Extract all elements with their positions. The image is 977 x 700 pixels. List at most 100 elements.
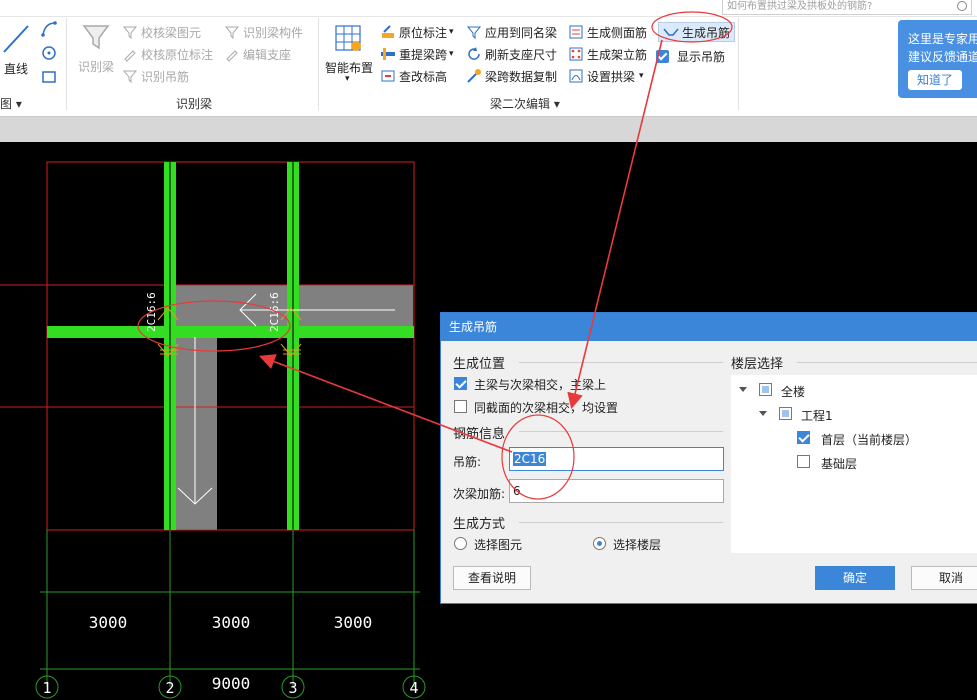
search-placeholder: 如何布置拱过梁及拱板处的钢筋? xyxy=(727,1,873,12)
check-origin-label-button[interactable]: 校核原位标注 xyxy=(122,44,213,64)
divider xyxy=(519,522,723,523)
axis-label: 2 xyxy=(165,679,174,697)
select-floor-label: 选择楼层 xyxy=(613,538,662,552)
set-arch-beam-button[interactable]: 设置拱梁 ▾ xyxy=(568,66,644,86)
axis-label: 4 xyxy=(409,679,418,697)
expert-tip-popup: 这里是专家用 建议反馈通道 知道了 xyxy=(898,20,977,98)
frame-rebar-icon xyxy=(568,46,584,62)
divider xyxy=(738,18,739,110)
recognize-beam-button[interactable]: 识别梁 xyxy=(74,22,118,78)
divider xyxy=(318,18,319,110)
funnel-icon xyxy=(82,25,110,50)
divider xyxy=(519,362,723,363)
first-floor-label: 首层（当前楼层） xyxy=(821,433,918,447)
refresh-support-button[interactable]: 刷新支座尺寸 xyxy=(466,44,557,64)
check-elevation-button[interactable]: 查改标高 xyxy=(380,66,447,86)
axis-label: 1 xyxy=(42,679,51,697)
floor-section-title: 楼层选择 xyxy=(731,357,784,372)
show-hanger-checkbox[interactable]: 显示吊筋 xyxy=(656,46,725,66)
main-secondary-label: 主梁与次梁相交，主梁上 xyxy=(474,378,607,392)
ribbon-toolbar: 如何布置拱过梁及拱板处的钢筋? 直线 图 ▾ 识别梁 校核梁图元 校核原位标注 … xyxy=(0,0,977,117)
dialog-title: 生成吊筋 xyxy=(441,313,977,341)
rect-icon[interactable] xyxy=(40,68,58,86)
dimension-text: 3000 xyxy=(334,613,373,632)
divider xyxy=(519,431,723,432)
same-section-label: 同截面的次梁相交，均设置 xyxy=(474,401,619,415)
view-help-button[interactable]: 查看说明 xyxy=(453,566,531,590)
smart-place-button[interactable]: 智能布置 ▾ xyxy=(322,22,376,88)
all-floors-label: 全楼 xyxy=(781,385,806,399)
collapse-icon[interactable] xyxy=(739,387,747,392)
edit-support-button[interactable]: 编辑支座 xyxy=(224,44,291,64)
funnel-icon xyxy=(122,68,138,84)
tip-ok-button[interactable]: 知道了 xyxy=(908,70,962,90)
first-floor-checkbox[interactable] xyxy=(797,431,810,444)
hanger-value: 2C16 xyxy=(513,452,547,466)
funnel-icon xyxy=(466,24,482,40)
collapse-icon[interactable] xyxy=(759,411,767,416)
beam-rebar-label: 2C16:6 xyxy=(145,292,158,332)
refresh-icon xyxy=(466,46,482,62)
project-checkbox[interactable] xyxy=(779,407,792,420)
check-beam-element-button[interactable]: 校核梁图元 xyxy=(122,22,201,42)
same-section-checkbox[interactable] xyxy=(454,400,467,413)
tip-text-2: 建议反馈通道 xyxy=(908,50,977,64)
select-element-label: 选择图元 xyxy=(474,538,523,552)
arc-icon[interactable] xyxy=(40,20,58,38)
cancel-button[interactable]: 取消 xyxy=(911,566,977,590)
re-extract-span-button[interactable]: 重提梁跨 ▾ xyxy=(380,44,454,64)
floor-tree: 全楼 工程1 首层（当前楼层） 基础层 xyxy=(731,375,977,553)
secondary-edit-group-label[interactable]: 梁二次编辑 ▾ xyxy=(490,95,560,112)
apply-same-name-button[interactable]: 应用到同名梁 xyxy=(466,22,557,42)
ribbon-top-divider xyxy=(0,16,977,17)
divider xyxy=(797,362,977,363)
chevron-down-icon: ▾ xyxy=(345,74,350,84)
recognize-beam-label: 识别梁 xyxy=(78,60,115,74)
total-dimension-text: 9000 xyxy=(212,674,251,693)
position-section-title: 生成位置 xyxy=(453,357,506,372)
search-icon[interactable] xyxy=(957,1,967,11)
base-floor-label: 基础层 xyxy=(821,457,858,471)
origin-label-icon xyxy=(380,24,396,40)
gen-frame-rebar-button[interactable]: 生成架立筋 xyxy=(568,44,647,64)
gen-side-rebar-button[interactable]: 生成侧面筋 xyxy=(568,22,647,42)
recognize-group-label: 识别梁 xyxy=(176,97,213,111)
funnel-icon xyxy=(224,24,240,40)
recognize-hanger-button[interactable]: 识别吊筋 xyxy=(122,66,189,86)
line-icon xyxy=(3,25,29,53)
dimension-text: 3000 xyxy=(212,613,251,632)
secondary-rebar-input[interactable]: 6 xyxy=(509,479,724,503)
elevation-icon xyxy=(380,68,396,84)
hanger-input[interactable]: 2C16 xyxy=(509,447,724,471)
all-floors-checkbox[interactable] xyxy=(759,383,772,396)
checkbox-checked-icon xyxy=(656,49,669,63)
copy-icon xyxy=(466,68,482,84)
beam-rebar-label: 2C16:6 xyxy=(268,292,281,332)
span-data-copy-button[interactable]: 梁跨数据复制 xyxy=(466,66,557,86)
arch-icon xyxy=(568,68,584,84)
ok-button[interactable]: 确定 xyxy=(815,566,895,590)
pencil-icon xyxy=(224,46,240,62)
tab-bar-strip xyxy=(0,117,977,142)
circle-icon[interactable] xyxy=(40,44,58,62)
rebar-section-title: 钢筋信息 xyxy=(453,427,506,442)
secondary-rebar-value: 6 xyxy=(513,484,521,498)
draw-group-label[interactable]: 图 ▾ xyxy=(0,95,22,112)
select-floor-radio[interactable] xyxy=(593,537,606,550)
pencil-icon xyxy=(122,46,138,62)
hanger-icon xyxy=(663,24,679,40)
generate-hanger-dialog: 生成吊筋 生成位置 主梁与次梁相交，主梁上 同截面的次梁相交，均设置 钢筋信息 … xyxy=(440,312,977,604)
gen-hanger-button[interactable]: 生成吊筋 xyxy=(658,22,736,42)
main-secondary-checkbox[interactable] xyxy=(454,377,467,390)
help-search-input[interactable]: 如何布置拱过梁及拱板处的钢筋? xyxy=(722,0,972,15)
recognize-beam-member-button[interactable]: 识别梁构件 xyxy=(224,22,303,42)
hanger-label: 吊筋: xyxy=(453,455,482,469)
select-element-radio[interactable] xyxy=(454,537,467,550)
line-tool-label: 直线 xyxy=(4,62,29,76)
origin-label-button[interactable]: 原位标注 ▾ xyxy=(380,22,454,42)
project-label: 工程1 xyxy=(801,409,833,423)
line-tool-button[interactable]: 直线 xyxy=(0,20,34,76)
span-icon xyxy=(380,46,396,62)
base-floor-checkbox[interactable] xyxy=(797,455,810,468)
funnel-icon xyxy=(122,24,138,40)
